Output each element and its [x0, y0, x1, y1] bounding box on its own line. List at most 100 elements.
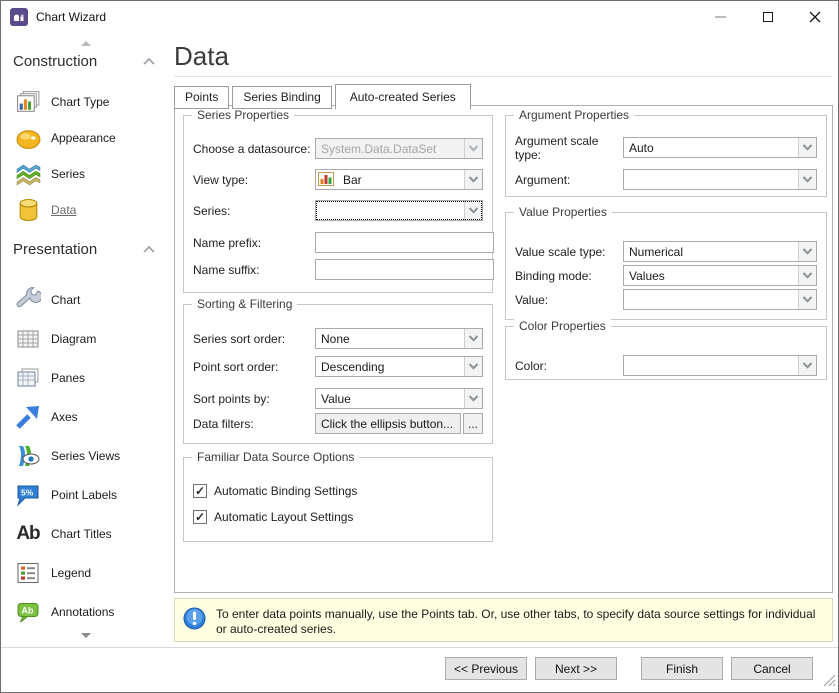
checkbox-checked-icon[interactable]: ✓ — [193, 510, 207, 524]
tab-series-binding[interactable]: Series Binding — [232, 86, 331, 109]
chart-titles-icon: Ab — [14, 520, 42, 548]
maximize-button[interactable] — [744, 1, 791, 33]
sidebar-item-chart-titles[interactable]: Ab Chart Titles — [1, 514, 171, 553]
annotations-icon: Ab — [14, 598, 42, 626]
dropdown-arrow-icon[interactable] — [798, 170, 816, 189]
chevron-up-icon[interactable] — [143, 58, 155, 65]
sidebar-item-diagram[interactable]: Diagram — [1, 319, 171, 358]
view-type-combo[interactable]: Bar — [315, 169, 483, 190]
dropdown-arrow-icon[interactable] — [464, 329, 482, 348]
minimize-button[interactable] — [697, 1, 744, 33]
footer-divider — [1, 647, 838, 648]
data-icon — [14, 196, 42, 224]
sort-points-by-label: Sort points by: — [193, 392, 315, 406]
scroll-down-icon[interactable] — [81, 633, 91, 638]
data-filters-label: Data filters: — [193, 417, 315, 431]
sidebar-item-series[interactable]: Series — [1, 156, 171, 192]
dropdown-arrow-icon[interactable] — [798, 242, 816, 261]
maximize-icon — [763, 12, 773, 22]
sidebar-item-legend[interactable]: Legend — [1, 553, 171, 592]
argument-label: Argument: — [515, 173, 623, 187]
datasource-label: Choose a datasource: — [193, 142, 315, 156]
dropdown-arrow-icon[interactable] — [798, 266, 816, 285]
name-suffix-input[interactable] — [315, 259, 494, 280]
sidebar-item-point-labels[interactable]: 5% Point Labels — [1, 475, 171, 514]
sidebar-item-axes[interactable]: Axes — [1, 397, 171, 436]
dropdown-arrow-icon[interactable] — [798, 138, 816, 157]
checkbox-checked-icon[interactable]: ✓ — [193, 484, 207, 498]
group-value-properties: Value Properties Value scale type: Numer… — [505, 212, 827, 320]
series-views-icon — [14, 442, 42, 470]
footer: << Previous Next >> Finish Cancel — [1, 657, 838, 680]
tab-strip: Points Series Binding Auto-created Serie… — [174, 84, 474, 109]
color-combo[interactable] — [623, 355, 817, 376]
wizard-sidebar: Construction Chart Type Appearance Serie… — [1, 33, 171, 645]
automatic-binding-settings-checkbox[interactable]: ✓ Automatic Binding Settings — [193, 483, 483, 499]
title-divider — [174, 76, 832, 77]
group-color-properties: Color Properties Color: — [505, 326, 827, 380]
section-header-construction[interactable]: Construction — [1, 52, 171, 70]
svg-text:Ab: Ab — [22, 605, 34, 615]
previous-button[interactable]: << Previous — [445, 657, 527, 680]
point-sort-order-combo[interactable]: Descending — [315, 356, 483, 377]
color-label: Color: — [515, 359, 623, 373]
sidebar-item-appearance[interactable]: Appearance — [1, 120, 171, 156]
binding-mode-label: Binding mode: — [515, 269, 623, 283]
close-icon — [809, 11, 821, 23]
binding-mode-combo[interactable]: Values — [623, 265, 817, 286]
info-text: To enter data points manually, use the P… — [216, 605, 824, 635]
dropdown-arrow-icon[interactable] — [798, 356, 816, 375]
name-prefix-input[interactable] — [315, 232, 494, 253]
series-combo[interactable] — [315, 200, 483, 221]
series-sort-order-combo[interactable]: None — [315, 328, 483, 349]
dropdown-arrow-icon[interactable] — [464, 201, 482, 220]
wrench-icon — [14, 286, 42, 314]
sidebar-item-series-views[interactable]: Series Views — [1, 436, 171, 475]
value-label: Value: — [515, 293, 623, 307]
dropdown-arrow-icon[interactable] — [464, 139, 482, 158]
value-scale-type-combo[interactable]: Numerical — [623, 241, 817, 262]
app-icon — [10, 8, 28, 26]
resize-grip[interactable] — [823, 674, 836, 690]
datasource-combo[interactable]: System.Data.DataSet — [315, 138, 483, 159]
svg-text:5%: 5% — [21, 487, 34, 497]
sidebar-item-annotations[interactable]: Ab Annotations — [1, 592, 171, 631]
close-button[interactable] — [791, 1, 838, 33]
tab-points[interactable]: Points — [174, 86, 229, 109]
value-scale-type-label: Value scale type: — [515, 245, 623, 259]
tab-auto-created-series[interactable]: Auto-created Series — [335, 84, 471, 110]
scroll-up-icon[interactable] — [81, 41, 91, 46]
chevron-up-icon[interactable] — [143, 246, 155, 253]
series-label: Series: — [193, 204, 315, 218]
window-controls — [697, 1, 838, 33]
point-labels-icon: 5% — [14, 481, 42, 509]
dropdown-arrow-icon[interactable] — [798, 290, 816, 309]
data-filters-field[interactable]: Click the ellipsis button... — [315, 413, 461, 434]
sidebar-item-chart-type[interactable]: Chart Type — [1, 84, 171, 120]
wizard-page: Data Points Series Binding Auto-created … — [171, 33, 838, 692]
ellipsis-button[interactable]: ... — [463, 413, 483, 434]
sort-points-by-combo[interactable]: Value — [315, 388, 483, 409]
next-button[interactable]: Next >> — [535, 657, 617, 680]
name-suffix-label: Name suffix: — [193, 263, 315, 277]
argument-combo[interactable] — [623, 169, 817, 190]
sidebar-item-data[interactable]: Data — [1, 192, 171, 228]
finish-button[interactable]: Finish — [641, 657, 723, 680]
series-icon — [14, 160, 42, 188]
sidebar-item-chart[interactable]: Chart — [1, 280, 171, 319]
dropdown-arrow-icon[interactable] — [464, 170, 482, 189]
tab-page-auto-created-series: Series Properties Choose a datasource: S… — [174, 105, 833, 593]
titlebar: Chart Wizard — [1, 1, 838, 33]
cancel-button[interactable]: Cancel — [731, 657, 813, 680]
sidebar-item-panes[interactable]: Panes — [1, 358, 171, 397]
view-type-label: View type: — [193, 173, 315, 187]
dropdown-arrow-icon[interactable] — [464, 357, 482, 376]
info-bar: To enter data points manually, use the P… — [174, 598, 833, 642]
window-title: Chart Wizard — [36, 10, 106, 24]
dropdown-arrow-icon[interactable] — [464, 389, 482, 408]
value-combo[interactable] — [623, 289, 817, 310]
section-header-presentation[interactable]: Presentation — [1, 240, 171, 258]
automatic-layout-settings-checkbox[interactable]: ✓ Automatic Layout Settings — [193, 509, 483, 525]
group-sorting-filtering: Sorting & Filtering Series sort order: N… — [183, 304, 493, 444]
argument-scale-type-combo[interactable]: Auto — [623, 137, 817, 158]
